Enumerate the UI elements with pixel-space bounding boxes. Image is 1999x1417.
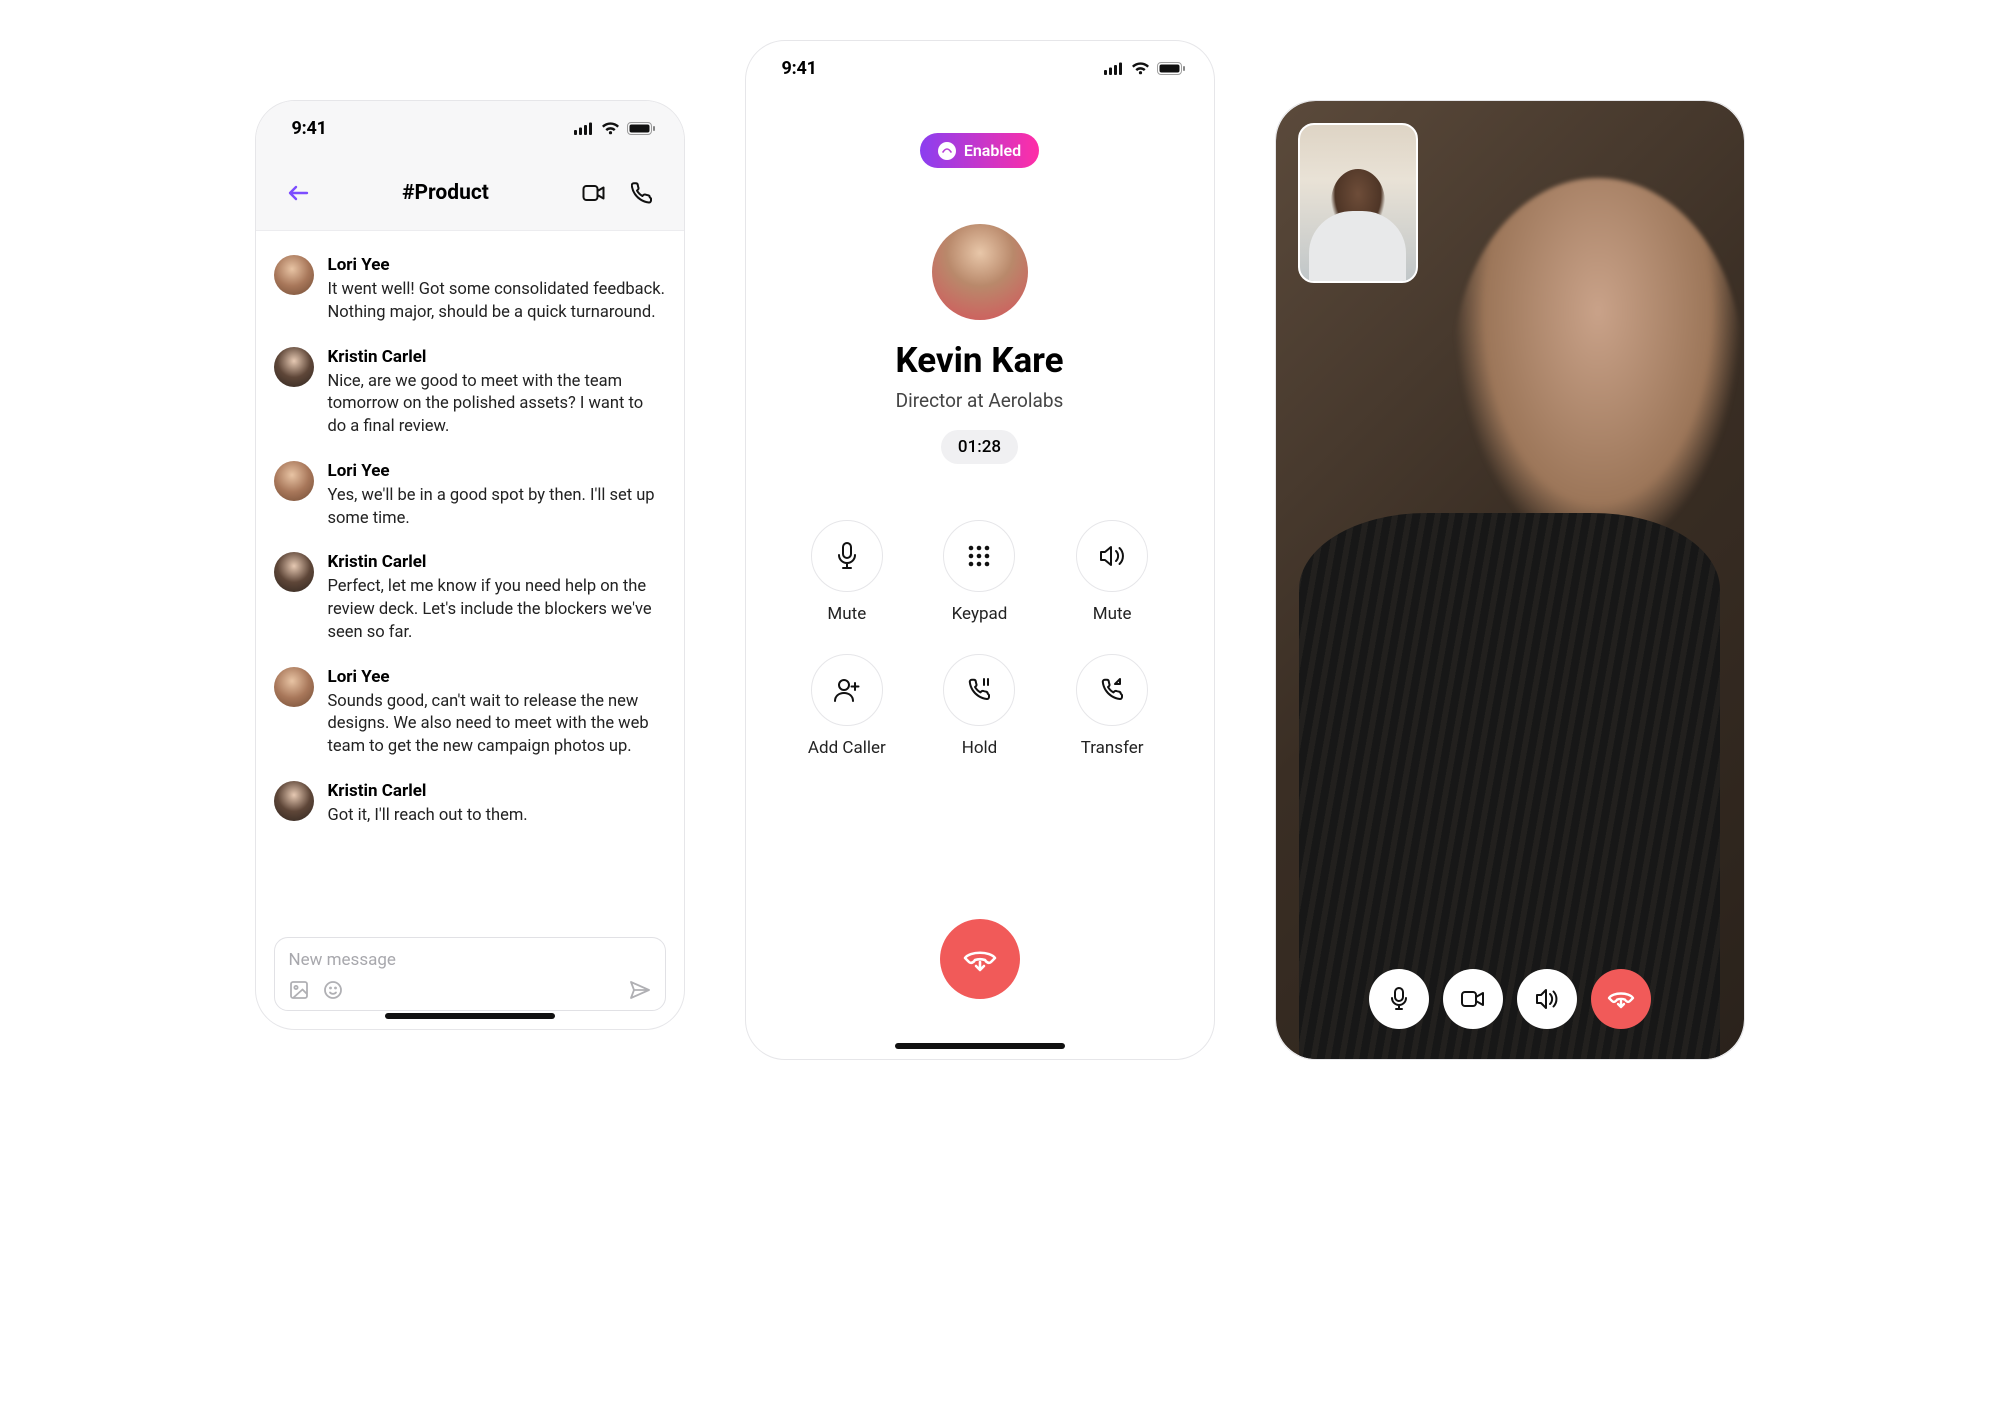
button-label: Hold (962, 738, 998, 758)
status-bar: 9:41 (746, 41, 1214, 95)
message-item: Lori Yee Yes, we'll be in a good spot by … (274, 461, 666, 531)
video-self-feed[interactable] (1298, 123, 1418, 283)
status-icons (574, 122, 656, 135)
status-pill: Enabled (920, 133, 1039, 168)
message-text: Got it, I'll reach out to them. (328, 805, 666, 828)
message-item: Kristin Carlel Nice, are we good to meet … (274, 347, 666, 439)
message-text: Nice, are we good to meet with the team … (328, 371, 666, 439)
back-button[interactable] (276, 171, 320, 215)
avatar (274, 667, 314, 707)
home-indicator (895, 1043, 1065, 1049)
message-text: Perfect, let me know if you need help on… (328, 576, 666, 644)
speaker-button[interactable]: Mute (1057, 520, 1168, 624)
hold-button[interactable]: Hold (924, 654, 1035, 758)
battery-icon (627, 122, 656, 135)
cellular-icon (574, 122, 594, 135)
video-controls (1276, 969, 1744, 1029)
mic-toggle[interactable] (1369, 969, 1429, 1029)
video-icon (1460, 990, 1486, 1008)
hangup-button[interactable] (940, 919, 1020, 999)
message-author: Kristin Carlel (328, 781, 666, 801)
button-label: Mute (827, 604, 866, 624)
call-controls: Mute Keypad Mute Add Caller Hold Transfe… (746, 520, 1214, 758)
arrow-left-icon (287, 184, 309, 202)
mic-icon (1388, 986, 1410, 1012)
phone-chat: 9:41 #Product Lori Yee It went well! Got … (255, 100, 685, 1030)
status-icons (1104, 62, 1186, 75)
camera-toggle[interactable] (1443, 969, 1503, 1029)
status-time: 9:41 (782, 58, 817, 79)
emoji-button[interactable] (323, 980, 343, 1000)
pill-logo-icon (938, 142, 956, 160)
avatar (274, 552, 314, 592)
message-item: Kristin Carlel Got it, I'll reach out to … (274, 781, 666, 828)
transfer-icon (1098, 676, 1126, 704)
button-label: Transfer (1081, 738, 1144, 758)
transfer-button[interactable]: Transfer (1057, 654, 1168, 758)
home-indicator (385, 1013, 555, 1019)
cellular-icon (1104, 62, 1124, 75)
speaker-icon (1098, 544, 1126, 568)
avatar (274, 461, 314, 501)
call-timer: 01:28 (941, 430, 1018, 464)
send-icon (629, 980, 651, 1000)
image-icon (289, 980, 309, 1000)
video-call-button[interactable] (572, 171, 616, 215)
hangup-icon (960, 942, 1000, 976)
wifi-icon (601, 122, 620, 135)
message-author: Kristin Carlel (328, 552, 666, 572)
message-list: Lori Yee It went well! Got some consolida… (256, 231, 684, 927)
avatar (274, 347, 314, 387)
voice-call-button[interactable] (620, 171, 664, 215)
hangup-button[interactable] (1591, 969, 1651, 1029)
message-author: Lori Yee (328, 667, 666, 687)
video-icon (582, 184, 606, 202)
message-item: Lori Yee It went well! Got some consolida… (274, 255, 666, 325)
message-input[interactable]: New message (289, 950, 651, 970)
avatar (274, 781, 314, 821)
hangup-icon (1605, 986, 1637, 1012)
battery-icon (1157, 62, 1186, 75)
caller-subtitle: Director at Aerolabs (896, 389, 1064, 412)
phone-icon (631, 182, 653, 204)
pill-label: Enabled (964, 141, 1021, 160)
button-label: Keypad (952, 604, 1008, 624)
add-user-icon (833, 677, 861, 703)
phone-video-call (1275, 100, 1745, 1060)
message-text: It went well! Got some consolidated feed… (328, 279, 666, 325)
status-time: 9:41 (292, 118, 327, 139)
attach-image-button[interactable] (289, 980, 309, 1000)
add-caller-button[interactable]: Add Caller (792, 654, 903, 758)
message-item: Lori Yee Sounds good, can't wait to relea… (274, 667, 666, 759)
caller-avatar (932, 224, 1028, 320)
message-composer[interactable]: New message (274, 937, 666, 1011)
message-author: Kristin Carlel (328, 347, 666, 367)
send-button[interactable] (629, 980, 651, 1000)
keypad-icon (967, 544, 991, 568)
mute-button[interactable]: Mute (792, 520, 903, 624)
button-label: Mute (1093, 604, 1132, 624)
status-bar: 9:41 (256, 101, 684, 155)
emoji-icon (323, 980, 343, 1000)
keypad-button[interactable]: Keypad (924, 520, 1035, 624)
message-author: Lori Yee (328, 255, 666, 275)
phone-voice-call: 9:41 Enabled Kevin Kare Director at Aero… (745, 40, 1215, 1060)
speaker-toggle[interactable] (1517, 969, 1577, 1029)
hold-icon (965, 676, 993, 704)
message-text: Yes, we'll be in a good spot by then. I'… (328, 485, 666, 531)
caller-name: Kevin Kare (895, 340, 1063, 381)
message-text: Sounds good, can't wait to release the n… (328, 691, 666, 759)
channel-title: #Product (320, 181, 572, 205)
wifi-icon (1131, 62, 1150, 75)
mic-icon (834, 541, 860, 571)
message-item: Kristin Carlel Perfect, let me know if yo… (274, 552, 666, 644)
chat-header: #Product (256, 155, 684, 231)
avatar (274, 255, 314, 295)
message-author: Lori Yee (328, 461, 666, 481)
speaker-icon (1534, 988, 1560, 1010)
button-label: Add Caller (808, 738, 886, 758)
